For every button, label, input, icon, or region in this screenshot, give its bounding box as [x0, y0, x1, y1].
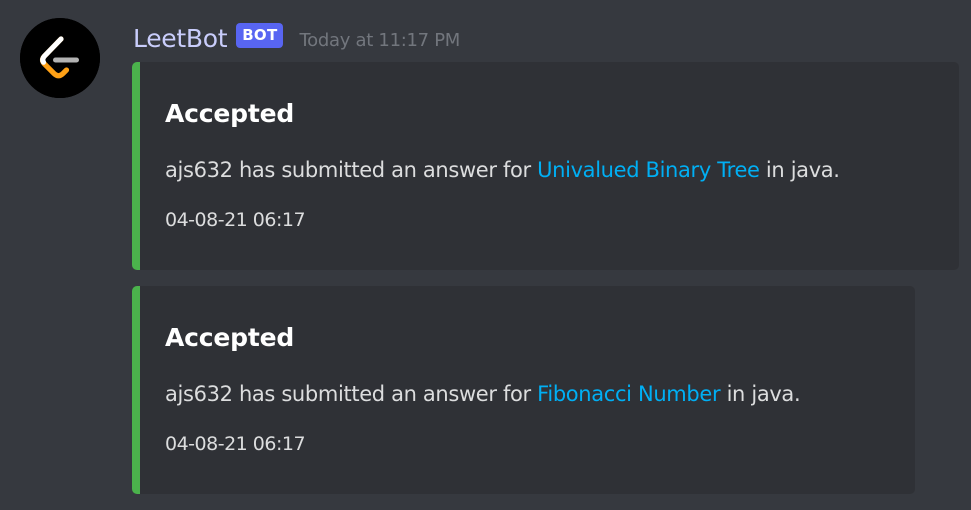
message-timestamp: Today at 11:17 PM [299, 29, 461, 51]
bot-tag: BOT [236, 22, 283, 48]
message-header: LeetBot BOT Today at 11:17 PM [133, 18, 460, 58]
embed-card: Accepted ajs632 has submitted an answer … [132, 286, 915, 494]
problem-link[interactable]: Univalued Binary Tree [537, 158, 760, 182]
embed-description-suffix: in java. [720, 382, 801, 406]
embed-footer: 04-08-21 06:17 [165, 209, 306, 231]
embed-description: ajs632 has submitted an answer for Fibon… [165, 382, 801, 406]
embed-footer: 04-08-21 06:17 [165, 433, 306, 455]
embed-title: Accepted [165, 99, 295, 128]
avatar[interactable] [20, 18, 100, 98]
username[interactable]: LeetBot [133, 24, 228, 53]
embed-description-suffix: in java. [759, 158, 840, 182]
leetcode-logo-icon [20, 18, 100, 98]
embed-description-text: ajs632 has submitted an answer for [165, 382, 538, 406]
embed-title: Accepted [165, 323, 295, 352]
problem-link[interactable]: Fibonacci Number [537, 382, 720, 406]
chat-message: LeetBot BOT Today at 11:17 PM Accepted a… [0, 0, 971, 510]
embed-card: Accepted ajs632 has submitted an answer … [132, 62, 959, 270]
embed-description: ajs632 has submitted an answer for Univa… [165, 158, 840, 182]
embed-description-text: ajs632 has submitted an answer for [165, 158, 538, 182]
